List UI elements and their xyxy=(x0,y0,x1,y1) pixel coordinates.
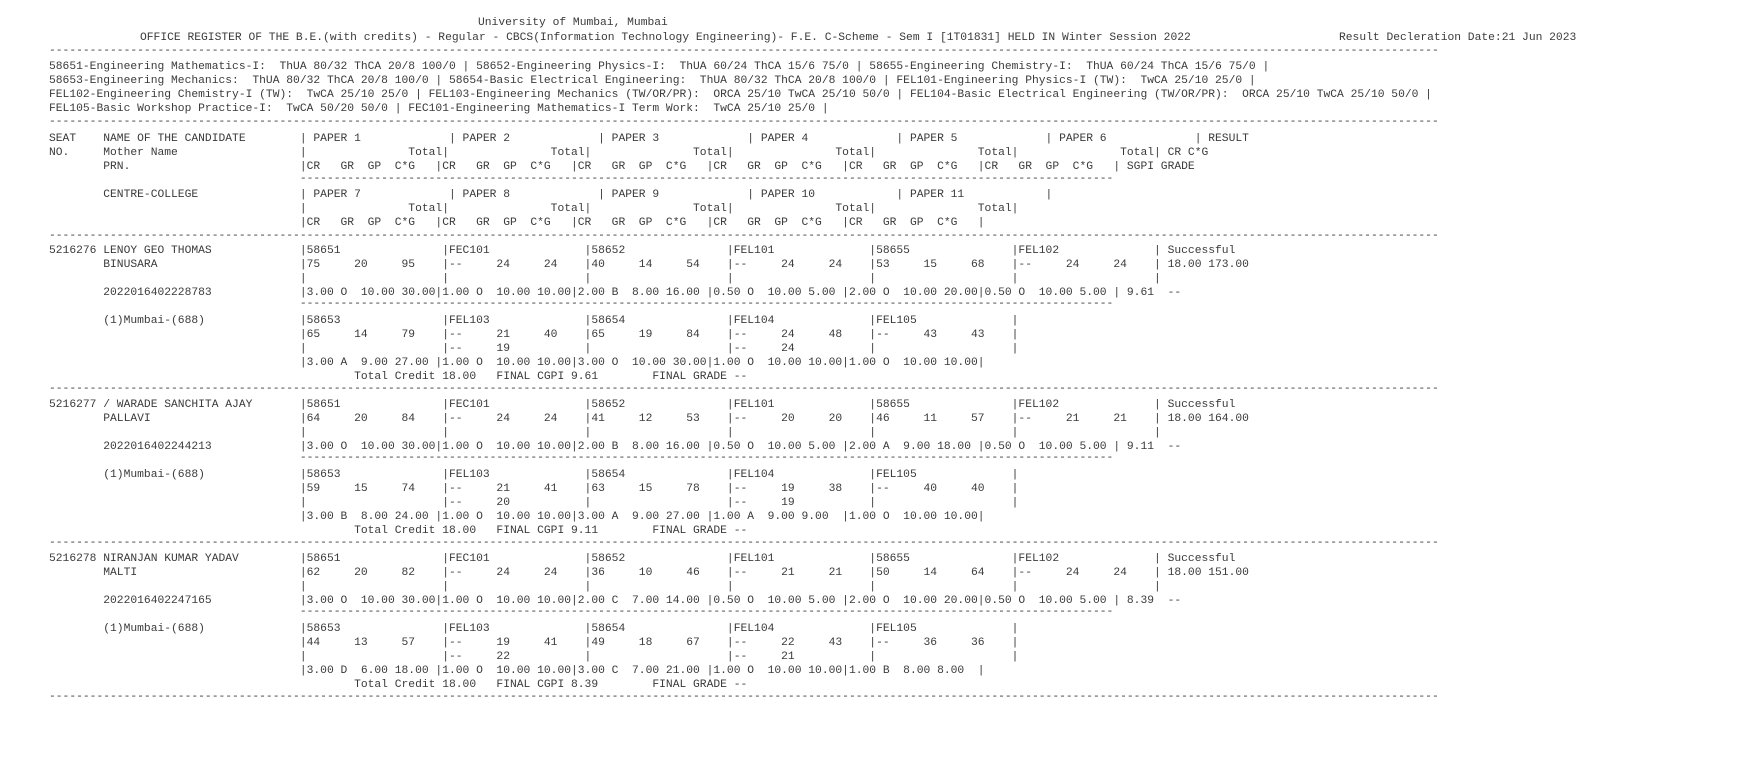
candidate-row-line: |59 15 74 |-- 21 41 |63 15 78 |-- 19 38 … xyxy=(49,483,1019,495)
candidate-row-line: 5216277 / WARADE SANCHITA AJAY |58651 |F… xyxy=(49,399,1236,411)
subjects-legend-line: 58653-Engineering Mechanics: ThUA 80/32 … xyxy=(49,75,1256,87)
result-register-sheet: University of Mumbai, Mumbai OFFICE REGI… xyxy=(0,0,1745,758)
candidate-row-line: |3.00 D 6.00 18.00 |1.00 O 10.00 10.00|3… xyxy=(49,665,985,677)
divider: ----------------------------------------… xyxy=(49,45,1439,57)
candidate-row-line: 5216276 LENOY GEO THOMAS |58651 |FEC101 … xyxy=(49,245,1236,257)
candidate-row-line: ----------------------------------------… xyxy=(49,298,1114,310)
column-header-line: CENTRE-COLLEGE | PAPER 7 | PAPER 8 | PAP… xyxy=(49,189,1053,201)
candidate-row-line: | | | | | | | xyxy=(49,427,1161,439)
column-header-line: ----------------------------------------… xyxy=(49,173,1114,185)
column-header-line: | Total| Total| Total| Total| Total| xyxy=(49,203,1019,215)
candidate-row-line: | | | | | | | xyxy=(49,273,1161,285)
candidate-row-line: | |-- 20 | |-- 19 | | xyxy=(49,497,1019,509)
divider: ----------------------------------------… xyxy=(49,691,1439,703)
column-header-line: SEAT NAME OF THE CANDIDATE | PAPER 1 | P… xyxy=(49,133,1249,145)
subjects-legend-line: FEL105-Basic Workshop Practice-I: TwCA 5… xyxy=(49,103,829,115)
register-title: OFFICE REGISTER OF THE B.E.(with credits… xyxy=(140,32,1191,44)
candidate-row-line: |3.00 B 8.00 24.00 |1.00 O 10.00 10.00|3… xyxy=(49,511,985,523)
candidate-row-line: | |-- 19 | |-- 24 | | xyxy=(49,343,1019,355)
column-header-line: |CR GR GP C*G |CR GR GP C*G |CR GR GP C*… xyxy=(49,217,985,229)
candidate-row-line: MALTI |62 20 82 |-- 24 24 |36 10 46 |-- … xyxy=(49,567,1249,579)
candidate-row-line: |65 14 79 |-- 21 40 |65 19 84 |-- 24 48 … xyxy=(49,329,1019,341)
candidate-row-line: (1)Mumbai-(688) |58653 |FEL103 |58654 |F… xyxy=(49,469,1019,481)
subjects-legend-line: 58651-Engineering Mathematics-I: ThUA 80… xyxy=(49,61,1270,73)
divider: ----------------------------------------… xyxy=(49,230,1439,242)
university-title: University of Mumbai, Mumbai xyxy=(478,17,668,29)
divider: ----------------------------------------… xyxy=(49,383,1439,395)
candidate-row-line: | | | | | | | xyxy=(49,581,1161,593)
subjects-legend-line: FEL102-Engineering Chemistry-I (TW): TwC… xyxy=(49,89,1432,101)
column-header-line: NO. Mother Name | Total| Total| Total| T… xyxy=(49,147,1209,159)
candidate-row-line: 5216278 NIRANJAN KUMAR YADAV |58651 |FEC… xyxy=(49,553,1236,565)
candidate-row-line: PALLAVI |64 20 84 |-- 24 24 |41 12 53 |-… xyxy=(49,413,1249,425)
candidate-row-line: (1)Mumbai-(688) |58653 |FEL103 |58654 |F… xyxy=(49,315,1019,327)
candidate-row-line: | |-- 22 | |-- 21 | | xyxy=(49,651,1019,663)
declaration-date: Result Decleration Date:21 Jun 2023 xyxy=(1339,32,1577,44)
candidate-row-line: BINUSARA |75 20 95 |-- 24 24 |40 14 54 |… xyxy=(49,259,1249,271)
divider: ----------------------------------------… xyxy=(49,537,1439,549)
candidate-row-line: (1)Mumbai-(688) |58653 |FEL103 |58654 |F… xyxy=(49,623,1019,635)
candidate-row-line: ----------------------------------------… xyxy=(49,452,1114,464)
candidate-row-line: |3.00 A 9.00 27.00 |1.00 O 10.00 10.00|3… xyxy=(49,357,985,369)
divider: ----------------------------------------… xyxy=(49,116,1439,128)
candidate-row-line: ----------------------------------------… xyxy=(49,606,1114,618)
candidate-row-line: |44 13 57 |-- 19 41 |49 18 67 |-- 22 43 … xyxy=(49,637,1019,649)
